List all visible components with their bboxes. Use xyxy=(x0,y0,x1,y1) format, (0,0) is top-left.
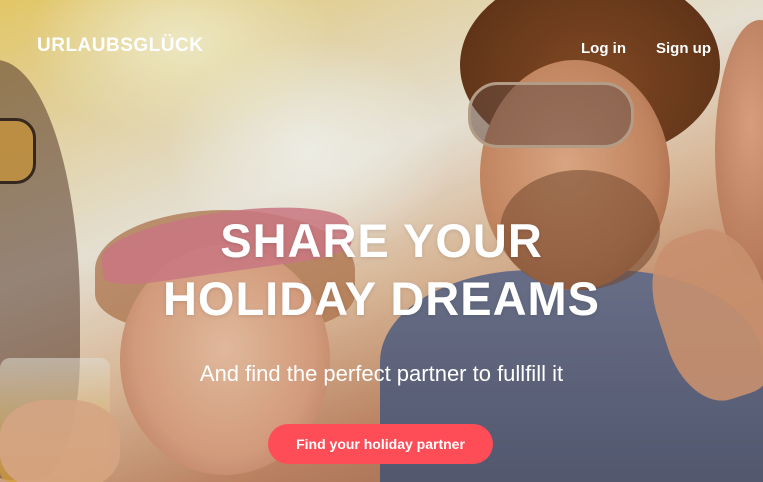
hero-subline: And find the perfect partner to fullfill… xyxy=(199,361,564,386)
site-logo[interactable]: URLAUBSGLÜCK xyxy=(37,35,203,57)
signup-link[interactable]: Sign up xyxy=(656,40,711,57)
hero-headline: SHARE YOUR HOLIDAY DREAMS xyxy=(0,212,763,328)
find-partner-button[interactable]: Find your holiday partner xyxy=(268,424,493,464)
site-header: URLAUBSGLÜCK Log in Sign up xyxy=(0,0,763,96)
login-link[interactable]: Log in xyxy=(581,40,626,57)
top-nav: Log in Sign up xyxy=(581,40,711,57)
hero-headline-line-1: SHARE YOUR xyxy=(220,214,543,267)
hero-headline-line-2: HOLIDAY DREAMS xyxy=(162,272,601,325)
